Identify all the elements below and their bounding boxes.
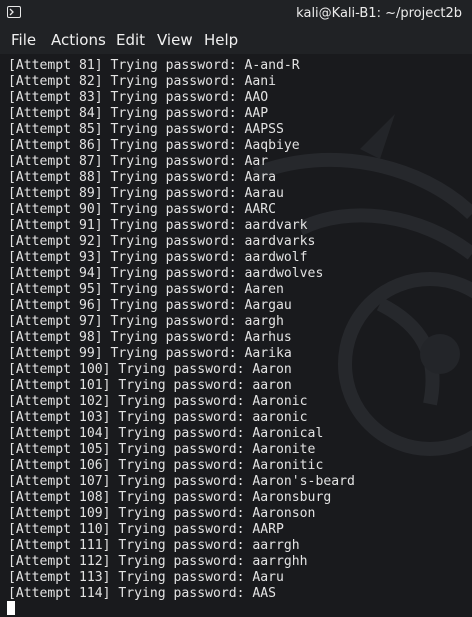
output-lines: [Attempt 81] Trying password: A-and-R [At… [8,58,355,602]
title-bar: kali@Kali-B1: ~/project2b [0,0,472,28]
output-line: [Attempt 85] Trying password: AAPSS [8,122,284,137]
menu-help[interactable]: Help [204,31,238,49]
output-line: [Attempt 108] Trying password: Aaronsbur… [8,490,332,505]
menu-edit[interactable]: Edit [116,31,145,49]
window-title: kali@Kali-B1: ~/project2b [296,6,462,21]
menu-view[interactable]: View [157,31,193,49]
output-line: [Attempt 90] Trying password: AARC [8,202,277,217]
output-line: [Attempt 94] Trying password: aardwolves [8,266,324,281]
output-line: [Attempt 84] Trying password: AAP [8,106,269,121]
output-line: [Attempt 87] Trying password: Aar [8,154,269,169]
output-line: [Attempt 97] Trying password: aargh [8,314,284,329]
output-line: [Attempt 113] Trying password: Aaru [8,570,284,585]
output-line: [Attempt 102] Trying password: Aaronic [8,394,308,409]
output-line: [Attempt 111] Trying password: aarrgh [8,538,300,553]
output-line: [Attempt 81] Trying password: A-and-R [8,58,300,73]
output-line: [Attempt 98] Trying password: Aarhus [8,330,292,345]
output-line: [Attempt 112] Trying password: aarrghh [8,554,308,569]
output-line: [Attempt 110] Trying password: AARP [8,522,284,537]
output-line: [Attempt 99] Trying password: Aarika [8,346,292,361]
output-line: [Attempt 103] Trying password: aaronic [8,410,308,425]
output-line: [Attempt 104] Trying password: Aaronical [8,426,324,441]
output-line: [Attempt 88] Trying password: Aara [8,170,277,185]
output-line: [Attempt 83] Trying password: AAO [8,90,269,105]
terminal-output[interactable]: [Attempt 81] Trying password: A-and-R [At… [0,54,472,617]
output-line: [Attempt 95] Trying password: Aaren [8,282,284,297]
terminal-icon[interactable] [7,6,21,18]
output-line: [Attempt 105] Trying password: Aaronite [8,442,316,457]
output-line: [Attempt 96] Trying password: Aargau [8,298,292,313]
menu-file[interactable]: File [11,31,36,49]
output-line: [Attempt 114] Trying password: AAS [8,586,277,601]
output-line: [Attempt 89] Trying password: Aarau [8,186,284,201]
output-line: [Attempt 100] Trying password: Aaron [8,362,292,377]
menu-actions[interactable]: Actions [51,31,106,49]
output-line: [Attempt 86] Trying password: Aaqbiye [8,138,300,153]
output-line: [Attempt 107] Trying password: Aaron's-b… [8,474,355,489]
output-line: [Attempt 93] Trying password: aardwolf [8,250,308,265]
output-line: [Attempt 101] Trying password: aaron [8,378,292,393]
output-line: [Attempt 91] Trying password: aardvark [8,218,308,233]
menu-bar: File Actions Edit View Help [0,28,472,54]
output-line: [Attempt 92] Trying password: aardvarks [8,234,316,249]
output-line: [Attempt 82] Trying password: Aani [8,74,277,89]
text-cursor [7,601,15,615]
output-line: [Attempt 109] Trying password: Aaronson [8,506,316,521]
output-line: [Attempt 106] Trying password: Aaronitic [8,458,324,473]
